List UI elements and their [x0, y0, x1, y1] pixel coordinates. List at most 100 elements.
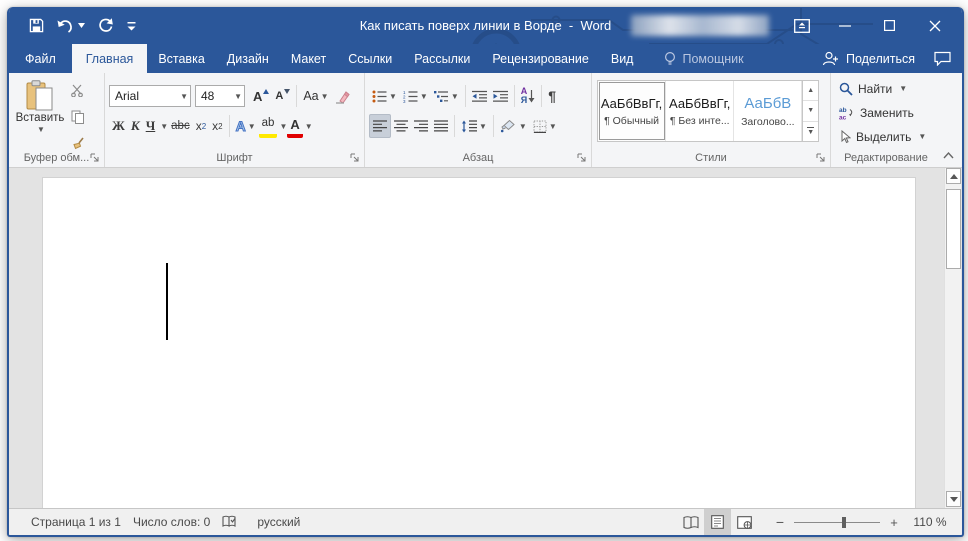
vertical-scrollbar[interactable] [944, 168, 961, 508]
tab-home[interactable]: Главная [71, 44, 148, 73]
zoom-in-button[interactable]: + [884, 515, 904, 530]
tab-layout[interactable]: Макет [280, 44, 337, 73]
italic-button[interactable]: К [128, 114, 143, 138]
ribbon-tabs: Файл Главная Вставка Дизайн Макет Ссылки… [9, 44, 962, 73]
decrease-indent-button[interactable] [469, 84, 490, 108]
show-paragraph-marks-button[interactable]: ¶ [545, 84, 559, 108]
paste-button[interactable]: Вставить ▼ [16, 80, 64, 152]
document-area[interactable] [9, 168, 962, 508]
undo-dropdown-arrow[interactable] [78, 23, 85, 28]
select-button[interactable]: Выделить ▼ [831, 126, 941, 147]
undo-icon[interactable] [57, 18, 73, 33]
ribbon-display-options-icon[interactable] [782, 7, 822, 44]
read-mode-button[interactable] [677, 509, 704, 536]
document-page[interactable] [42, 177, 916, 508]
tab-review[interactable]: Рецензирование [481, 44, 600, 73]
superscript-button[interactable]: x2 [209, 114, 225, 138]
styles-dialog-launcher[interactable] [816, 153, 826, 163]
web-layout-button[interactable] [731, 509, 758, 536]
highlight-dropdown-arrow[interactable]: ▼ [279, 122, 287, 131]
feedback-icon[interactable] [925, 44, 962, 73]
strikethrough-button[interactable]: abc [168, 114, 193, 138]
collapse-ribbon-icon[interactable] [943, 151, 954, 159]
assistant-tab[interactable]: Помощник [654, 44, 753, 73]
paste-dropdown-arrow: ▼ [37, 125, 45, 134]
increase-indent-button[interactable] [490, 84, 511, 108]
multilevel-list-button[interactable]: ▼ [431, 84, 462, 108]
bullets-button[interactable]: ▼ [369, 84, 400, 108]
shading-button[interactable]: ▼ [497, 114, 530, 138]
font-color-button[interactable]: А [287, 114, 303, 138]
zoom-slider-thumb[interactable] [842, 516, 846, 528]
style-no-spacing[interactable]: АаБбВвГг, ¶ Без инте... [666, 81, 735, 141]
zoom-slider[interactable] [794, 516, 880, 528]
tab-insert[interactable]: Вставка [147, 44, 215, 73]
borders-button[interactable]: ▼ [530, 114, 560, 138]
subscript-button[interactable]: x2 [193, 114, 209, 138]
grow-font-button[interactable]: A [250, 84, 272, 108]
style-normal[interactable]: АаБбВвГг, ¶ Обычный [598, 81, 667, 141]
bold-button[interactable]: Ж [109, 114, 128, 138]
zoom-out-button[interactable]: − [770, 514, 790, 530]
close-button[interactable] [912, 7, 957, 44]
zoom-level[interactable]: 110 % [904, 515, 956, 529]
justify-button[interactable] [431, 114, 451, 138]
styles-scroll-down[interactable]: ▼ [803, 101, 818, 122]
text-cursor [166, 263, 168, 340]
window-controls [782, 7, 962, 44]
ribbon-rail [941, 73, 962, 167]
font-dialog-launcher[interactable] [350, 153, 360, 163]
align-left-button[interactable] [369, 114, 391, 138]
scrollbar-thumb[interactable] [946, 189, 961, 269]
paragraph-dialog-launcher[interactable] [577, 153, 587, 163]
clipboard-dialog-launcher[interactable] [90, 153, 100, 163]
word-window: Как писать поверх линии в Ворде - Word Ф… [7, 7, 964, 537]
find-button[interactable]: Найти ▼ [831, 78, 941, 99]
align-right-button[interactable] [411, 114, 431, 138]
font-family-combobox[interactable]: Arial ▼ [109, 85, 191, 107]
sort-button[interactable]: АЯ [518, 84, 539, 108]
save-icon[interactable] [29, 18, 44, 33]
numbering-button[interactable]: 1 2 3 ▼ [400, 84, 431, 108]
scroll-down-button[interactable] [946, 491, 961, 507]
paragraph-group-label: Абзац [462, 152, 494, 164]
share-button[interactable]: Поделиться [812, 44, 925, 73]
font-group-label: Шрифт [216, 152, 253, 164]
clear-formatting-button[interactable] [332, 84, 354, 108]
underline-dropdown-arrow[interactable]: ▼ [160, 122, 168, 131]
customize-qat-icon[interactable] [127, 18, 137, 33]
page-indicator[interactable]: Страница 1 из 1 [31, 515, 121, 529]
styles-gallery: АаБбВвГг, ¶ Обычный АаБбВвГг, ¶ Без инте… [597, 80, 819, 142]
tab-mailings[interactable]: Рассылки [403, 44, 481, 73]
styles-gallery-scroll: ▲ ▼ ▼ [802, 81, 818, 141]
styles-more-button[interactable]: ▼ [803, 122, 818, 141]
print-layout-button[interactable] [704, 508, 731, 535]
highlight-button[interactable]: ab [258, 114, 278, 138]
shrink-font-button[interactable]: A [272, 84, 293, 108]
replace-button[interactable]: ab ac Заменить [831, 102, 941, 123]
align-center-button[interactable] [391, 114, 411, 138]
tab-design[interactable]: Дизайн [216, 44, 280, 73]
proofing-status-icon[interactable] [222, 515, 237, 529]
redo-icon[interactable] [98, 18, 114, 33]
language-indicator[interactable]: русский [257, 515, 300, 529]
tab-view[interactable]: Вид [600, 44, 645, 73]
cut-icon[interactable] [71, 84, 87, 102]
change-case-button[interactable]: Aa ▼ [300, 84, 331, 108]
styles-scroll-up[interactable]: ▲ [803, 81, 818, 102]
redacted-account-name [631, 15, 769, 36]
font-family-dropdown-arrow: ▼ [180, 91, 188, 101]
text-effects-button[interactable]: А ▼ [233, 114, 259, 138]
font-size-combobox[interactable]: 48 ▼ [195, 85, 245, 107]
maximize-button[interactable] [867, 7, 912, 44]
minimize-button[interactable] [822, 7, 867, 44]
line-spacing-button[interactable]: ▼ [458, 114, 490, 138]
underline-button[interactable]: Ч [143, 114, 159, 138]
tab-references[interactable]: Ссылки [337, 44, 403, 73]
font-color-dropdown-arrow[interactable]: ▼ [305, 122, 313, 131]
word-count[interactable]: Число слов: 0 [133, 515, 210, 529]
scroll-up-button[interactable] [946, 168, 961, 184]
tab-file[interactable]: Файл [9, 44, 72, 73]
style-heading1[interactable]: АаБбВ Заголово... [734, 81, 803, 141]
copy-icon[interactable] [71, 110, 87, 129]
